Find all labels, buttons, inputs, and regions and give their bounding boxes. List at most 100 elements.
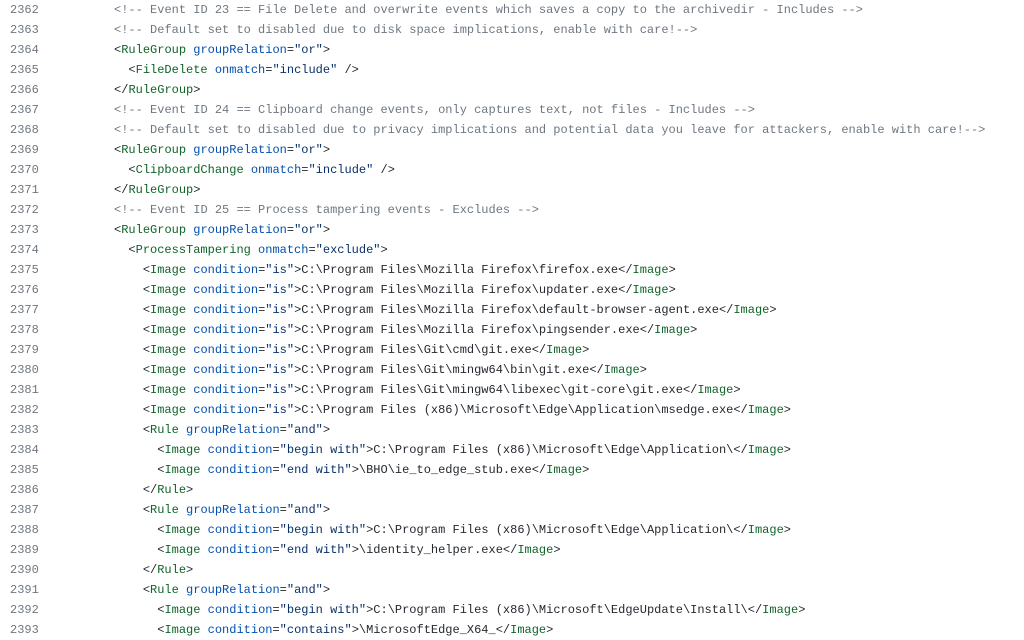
xml-tag: RuleGroup: [128, 183, 193, 197]
code-line[interactable]: 2369 <RuleGroup groupRelation="or">: [0, 140, 1024, 160]
code-line[interactable]: 2372 <!-- Event ID 25 == Process tamperi…: [0, 200, 1024, 220]
code-content: <Image condition="contains">\MicrosoftEd…: [55, 620, 1024, 640]
line-number: 2370: [0, 160, 55, 180]
code-line[interactable]: 2376 <Image condition="is">C:\Program Fi…: [0, 280, 1024, 300]
xml-text: C:\Program Files\Mozilla Firefox\firefox…: [301, 263, 618, 277]
code-line[interactable]: 2373 <RuleGroup groupRelation="or">: [0, 220, 1024, 240]
code-line[interactable]: 2387 <Rule groupRelation="and">: [0, 500, 1024, 520]
code-content: <FileDelete onmatch="include" />: [55, 60, 1024, 80]
xml-tag: Image: [164, 603, 200, 617]
xml-attr-name: condition: [193, 303, 258, 317]
code-content: <Image condition="end with">\identity_he…: [55, 540, 1024, 560]
xml-tag: RuleGroup: [121, 143, 186, 157]
line-number: 2367: [0, 100, 55, 120]
xml-tag: Image: [604, 363, 640, 377]
code-line[interactable]: 2390 </Rule>: [0, 560, 1024, 580]
code-content: <Image condition="end with">\BHO\ie_to_e…: [55, 460, 1024, 480]
xml-attr-value: "and": [287, 503, 323, 517]
xml-tag: FileDelete: [136, 63, 208, 77]
code-content: <RuleGroup groupRelation="or">: [55, 220, 1024, 240]
code-viewer: 2362 <!-- Event ID 23 == File Delete and…: [0, 0, 1024, 640]
xml-attr-value: "and": [287, 583, 323, 597]
code-line[interactable]: 2370 <ClipboardChange onmatch="include" …: [0, 160, 1024, 180]
xml-attr-name: condition: [193, 403, 258, 417]
code-line[interactable]: 2389 <Image condition="end with">\identi…: [0, 540, 1024, 560]
xml-tag: Image: [748, 523, 784, 537]
code-content: <Image condition="is">C:\Program Files\G…: [55, 340, 1024, 360]
code-content: <Rule groupRelation="and">: [55, 580, 1024, 600]
code-content: <!-- Default set to disabled due to priv…: [55, 120, 1024, 140]
xml-text: C:\Program Files\Mozilla Firefox\pingsen…: [301, 323, 639, 337]
xml-attr-name: groupRelation: [193, 143, 287, 157]
xml-attr-name: condition: [193, 323, 258, 337]
xml-attr-value: "or": [294, 143, 323, 157]
line-number: 2377: [0, 300, 55, 320]
xml-attr-value: "contains": [280, 623, 352, 637]
xml-tag: Image: [150, 363, 186, 377]
code-line[interactable]: 2386 </Rule>: [0, 480, 1024, 500]
code-line[interactable]: 2378 <Image condition="is">C:\Program Fi…: [0, 320, 1024, 340]
line-number: 2375: [0, 260, 55, 280]
xml-tag: Image: [633, 283, 669, 297]
code-line[interactable]: 2379 <Image condition="is">C:\Program Fi…: [0, 340, 1024, 360]
code-line[interactable]: 2393 <Image condition="contains">\Micros…: [0, 620, 1024, 640]
xml-attr-value: "end with": [280, 463, 352, 477]
xml-tag: Image: [748, 443, 784, 457]
code-content: </Rule>: [55, 560, 1024, 580]
line-number: 2364: [0, 40, 55, 60]
code-line[interactable]: 2384 <Image condition="begin with">C:\Pr…: [0, 440, 1024, 460]
xml-tag: Image: [633, 263, 669, 277]
code-content: <ClipboardChange onmatch="include" />: [55, 160, 1024, 180]
code-line[interactable]: 2364 <RuleGroup groupRelation="or">: [0, 40, 1024, 60]
code-line[interactable]: 2365 <FileDelete onmatch="include" />: [0, 60, 1024, 80]
line-number: 2381: [0, 380, 55, 400]
code-line[interactable]: 2377 <Image condition="is">C:\Program Fi…: [0, 300, 1024, 320]
code-content: <Image condition="is">C:\Program Files\M…: [55, 260, 1024, 280]
xml-tag: Image: [150, 303, 186, 317]
code-line[interactable]: 2392 <Image condition="begin with">C:\Pr…: [0, 600, 1024, 620]
code-line[interactable]: 2385 <Image condition="end with">\BHO\ie…: [0, 460, 1024, 480]
code-content: <Image condition="is">C:\Program Files\G…: [55, 380, 1024, 400]
xml-attr-value: "or": [294, 43, 323, 57]
code-line[interactable]: 2382 <Image condition="is">C:\Program Fi…: [0, 400, 1024, 420]
line-number: 2393: [0, 620, 55, 640]
xml-attr-name: groupRelation: [186, 583, 280, 597]
code-line[interactable]: 2362 <!-- Event ID 23 == File Delete and…: [0, 0, 1024, 20]
code-content: <ProcessTampering onmatch="exclude">: [55, 240, 1024, 260]
xml-tag: RuleGroup: [121, 223, 186, 237]
code-line[interactable]: 2367 <!-- Event ID 24 == Clipboard chang…: [0, 100, 1024, 120]
code-line[interactable]: 2368 <!-- Default set to disabled due to…: [0, 120, 1024, 140]
code-line[interactable]: 2374 <ProcessTampering onmatch="exclude"…: [0, 240, 1024, 260]
xml-attr-value: "is": [265, 343, 294, 357]
code-line[interactable]: 2375 <Image condition="is">C:\Program Fi…: [0, 260, 1024, 280]
xml-comment: <!-- Default set to disabled due to disk…: [114, 23, 697, 37]
line-number: 2379: [0, 340, 55, 360]
code-content: <Image condition="is">C:\Program Files\M…: [55, 320, 1024, 340]
xml-attr-name: groupRelation: [193, 223, 287, 237]
code-line[interactable]: 2388 <Image condition="begin with">C:\Pr…: [0, 520, 1024, 540]
code-content: <RuleGroup groupRelation="or">: [55, 40, 1024, 60]
xml-tag: Image: [510, 623, 546, 637]
code-line[interactable]: 2391 <Rule groupRelation="and">: [0, 580, 1024, 600]
code-content: <Image condition="is">C:\Program Files\G…: [55, 360, 1024, 380]
xml-comment: <!-- Default set to disabled due to priv…: [114, 123, 985, 137]
xml-attr-name: onmatch: [215, 63, 265, 77]
xml-attr-value: "is": [265, 363, 294, 377]
line-number: 2380: [0, 360, 55, 380]
line-number: 2384: [0, 440, 55, 460]
xml-tag: Rule: [157, 563, 186, 577]
code-line[interactable]: 2381 <Image condition="is">C:\Program Fi…: [0, 380, 1024, 400]
xml-attr-name: condition: [193, 263, 258, 277]
code-line[interactable]: 2371 </RuleGroup>: [0, 180, 1024, 200]
code-line[interactable]: 2363 <!-- Default set to disabled due to…: [0, 20, 1024, 40]
xml-attr-value: "begin with": [280, 523, 366, 537]
code-content: <Image condition="begin with">C:\Program…: [55, 600, 1024, 620]
xml-attr-value: "and": [287, 423, 323, 437]
xml-text: C:\Program Files\Git\mingw64\libexec\git…: [301, 383, 683, 397]
line-number: 2392: [0, 600, 55, 620]
code-line[interactable]: 2366 </RuleGroup>: [0, 80, 1024, 100]
code-line[interactable]: 2380 <Image condition="is">C:\Program Fi…: [0, 360, 1024, 380]
line-number: 2369: [0, 140, 55, 160]
code-line[interactable]: 2383 <Rule groupRelation="and">: [0, 420, 1024, 440]
xml-attr-name: condition: [193, 383, 258, 397]
